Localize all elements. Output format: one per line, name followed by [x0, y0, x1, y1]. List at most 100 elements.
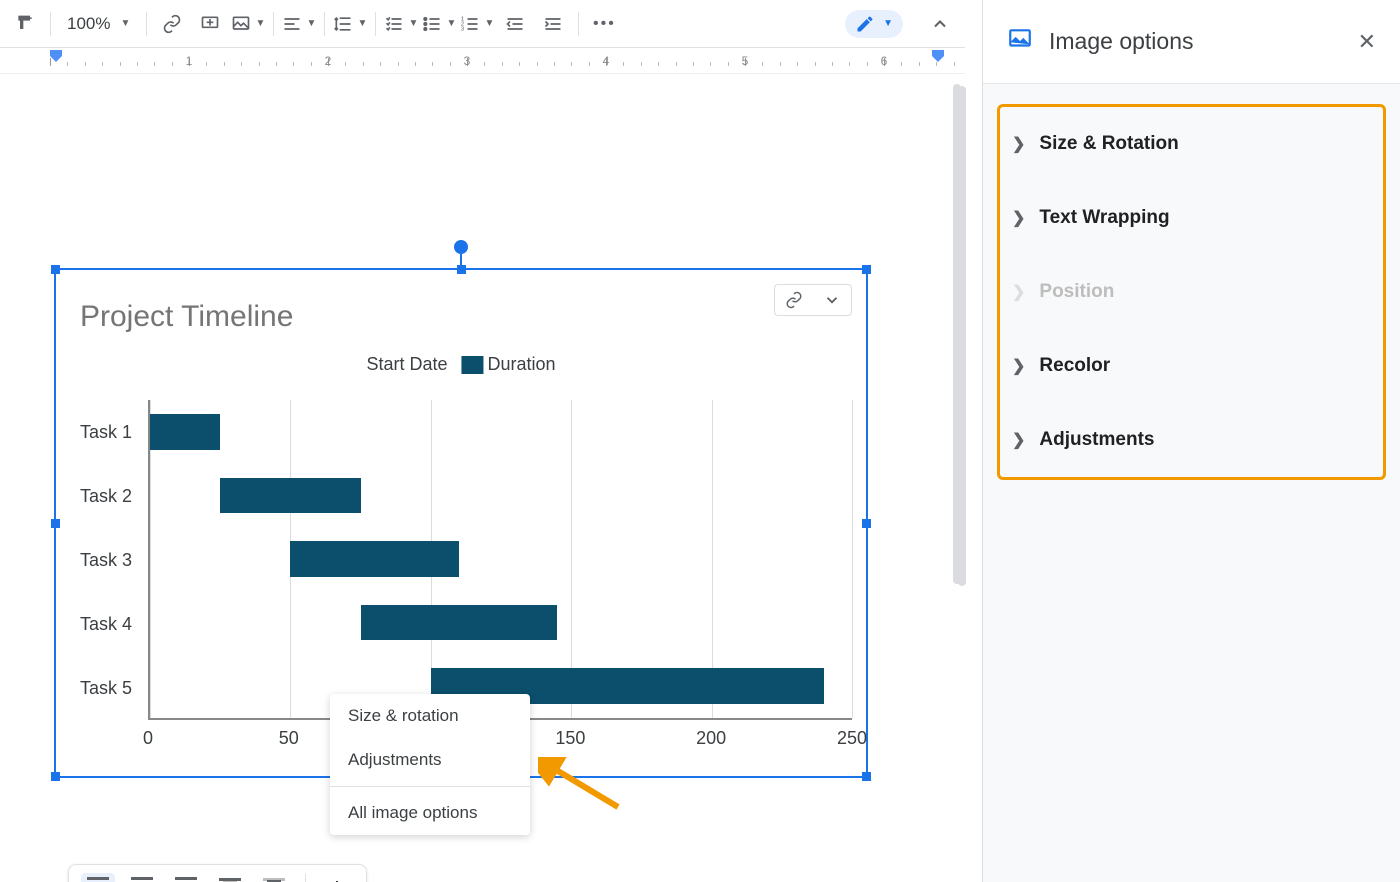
line-spacing-icon	[333, 14, 353, 34]
bar-row	[150, 541, 852, 577]
wrap-inline-button[interactable]	[81, 873, 115, 882]
wrap-behind-button[interactable]	[213, 873, 247, 882]
indent-decrease-icon	[505, 14, 525, 34]
editing-mode-button[interactable]: ▼	[845, 10, 903, 38]
wrap-front-icon	[263, 877, 285, 882]
document-canvas[interactable]: Project Timeline Start Date Duration Tas…	[0, 74, 965, 882]
image-option-label: Adjustments	[1039, 429, 1154, 451]
toolbar-divider	[273, 12, 274, 36]
paint-format-button[interactable]	[8, 7, 42, 41]
caret-down-icon: ▼	[484, 18, 494, 29]
image-option-row[interactable]: ❯ Adjustments	[1000, 403, 1383, 477]
ruler-indent-left-marker[interactable]	[48, 48, 64, 70]
x-tick-label: 0	[143, 728, 153, 749]
toolbar-divider	[146, 12, 147, 36]
more-button[interactable]: •••	[587, 7, 621, 41]
bar-segment	[220, 478, 360, 514]
context-menu-label: All image options	[348, 803, 477, 822]
y-tick-label: Task 4	[76, 592, 142, 656]
caret-down-icon: ▼	[255, 18, 265, 29]
numbered-list-button[interactable]: 123 ▼	[460, 7, 494, 41]
image-options-panel: Image options ✕ ❯Size & Rotation ❯ Text Wr…	[982, 0, 1400, 882]
align-button[interactable]: ▼	[282, 7, 316, 41]
ruler-label: 1	[186, 54, 193, 68]
wrap-inline-icon	[87, 877, 109, 882]
ruler-indent-right-marker[interactable]	[930, 48, 946, 70]
wrap-break-button[interactable]	[169, 873, 203, 882]
checklist-icon	[384, 14, 404, 34]
ruler-label: 3	[464, 54, 471, 68]
line-spacing-button[interactable]: ▼	[333, 7, 367, 41]
ruler-track: 123456	[50, 48, 965, 73]
wrap-more-button[interactable]: ⋮	[320, 873, 354, 882]
context-menu-separator	[330, 786, 530, 787]
horizontal-ruler[interactable]: 123456	[0, 48, 965, 74]
bar-row	[150, 414, 852, 450]
context-menu-item-size-rotation[interactable]: Size & rotation	[330, 694, 530, 738]
bullet-list-icon	[422, 14, 442, 34]
insert-image-button[interactable]: ▼	[231, 7, 265, 41]
chevron-up-icon	[930, 14, 950, 34]
context-menu-item-all-image-options[interactable]: All image options	[330, 791, 530, 835]
caret-down-icon: ▼	[120, 18, 130, 29]
resize-handle-w[interactable]	[51, 519, 60, 528]
ruler-label: 2	[325, 54, 332, 68]
image-option-row[interactable]: ❯Recolor	[1000, 329, 1383, 403]
link-icon	[785, 291, 803, 309]
checklist-button[interactable]: ▼	[384, 7, 418, 41]
resize-handle-sw[interactable]	[51, 772, 60, 781]
chevron-right-icon: ❯	[1012, 282, 1025, 302]
caret-down-icon: ▼	[408, 18, 418, 29]
paint-format-icon	[15, 14, 35, 34]
insert-link-button[interactable]	[155, 7, 189, 41]
image-option-label: Text Wrapping	[1039, 207, 1169, 229]
vertical-scrollbar[interactable]	[958, 86, 966, 586]
y-tick-label: Task 1	[76, 400, 142, 464]
bar-segment	[150, 414, 220, 450]
resize-handle-n[interactable]	[457, 265, 466, 274]
toolbar-divider	[375, 12, 376, 36]
zoom-dropdown[interactable]: 100% ▼	[59, 7, 138, 41]
wrap-front-button[interactable]	[257, 873, 291, 882]
image-option-row[interactable]: ❯Size & Rotation	[1000, 107, 1383, 181]
pencil-icon	[855, 14, 875, 34]
close-panel-button[interactable]: ✕	[1358, 29, 1376, 55]
image-icon	[1007, 26, 1033, 57]
x-tick-label: 150	[555, 728, 585, 749]
decrease-indent-button[interactable]	[498, 7, 532, 41]
linked-chart-menu-button[interactable]	[813, 285, 851, 315]
collapse-panel-button[interactable]	[923, 7, 957, 41]
add-comment-button[interactable]	[193, 7, 227, 41]
image-option-row[interactable]: ❯ Text Wrapping	[1000, 181, 1383, 255]
toolbar-divider	[305, 874, 306, 882]
linked-chart-link-button[interactable]	[775, 285, 813, 315]
svg-text:3: 3	[461, 26, 464, 32]
chevron-right-icon: ❯	[1012, 208, 1025, 228]
wrap-text-button[interactable]	[125, 873, 159, 882]
chevron-right-icon: ❯	[1012, 430, 1025, 450]
rotation-handle[interactable]	[454, 240, 468, 254]
comment-add-icon	[200, 14, 220, 34]
panel-header: Image options ✕	[983, 0, 1400, 84]
highlighted-options-list: ❯Size & Rotation ❯ Text Wrapping ❯ Position ❯…	[997, 104, 1386, 480]
context-menu-item-adjustments[interactable]: Adjustments	[330, 738, 530, 782]
bulleted-list-button[interactable]: ▼	[422, 7, 456, 41]
ruler-label: 6	[881, 54, 888, 68]
resize-handle-ne[interactable]	[862, 265, 871, 274]
indent-increase-icon	[543, 14, 563, 34]
increase-indent-button[interactable]	[536, 7, 570, 41]
resize-handle-nw[interactable]	[51, 265, 60, 274]
y-tick-label: Task 2	[76, 464, 142, 528]
legend-entry: Duration	[488, 354, 556, 374]
caret-down-icon: ▼	[357, 18, 367, 29]
close-icon: ✕	[1358, 29, 1376, 54]
legend-entry: Start Date	[366, 354, 447, 375]
resize-handle-e[interactable]	[862, 519, 871, 528]
image-option-label: Position	[1039, 281, 1114, 303]
ruler-label: 5	[742, 54, 749, 68]
chevron-right-icon: ❯	[1012, 356, 1025, 376]
link-icon	[162, 14, 182, 34]
x-tick-label: 50	[279, 728, 299, 749]
resize-handle-se[interactable]	[862, 772, 871, 781]
bar-row	[150, 605, 852, 641]
